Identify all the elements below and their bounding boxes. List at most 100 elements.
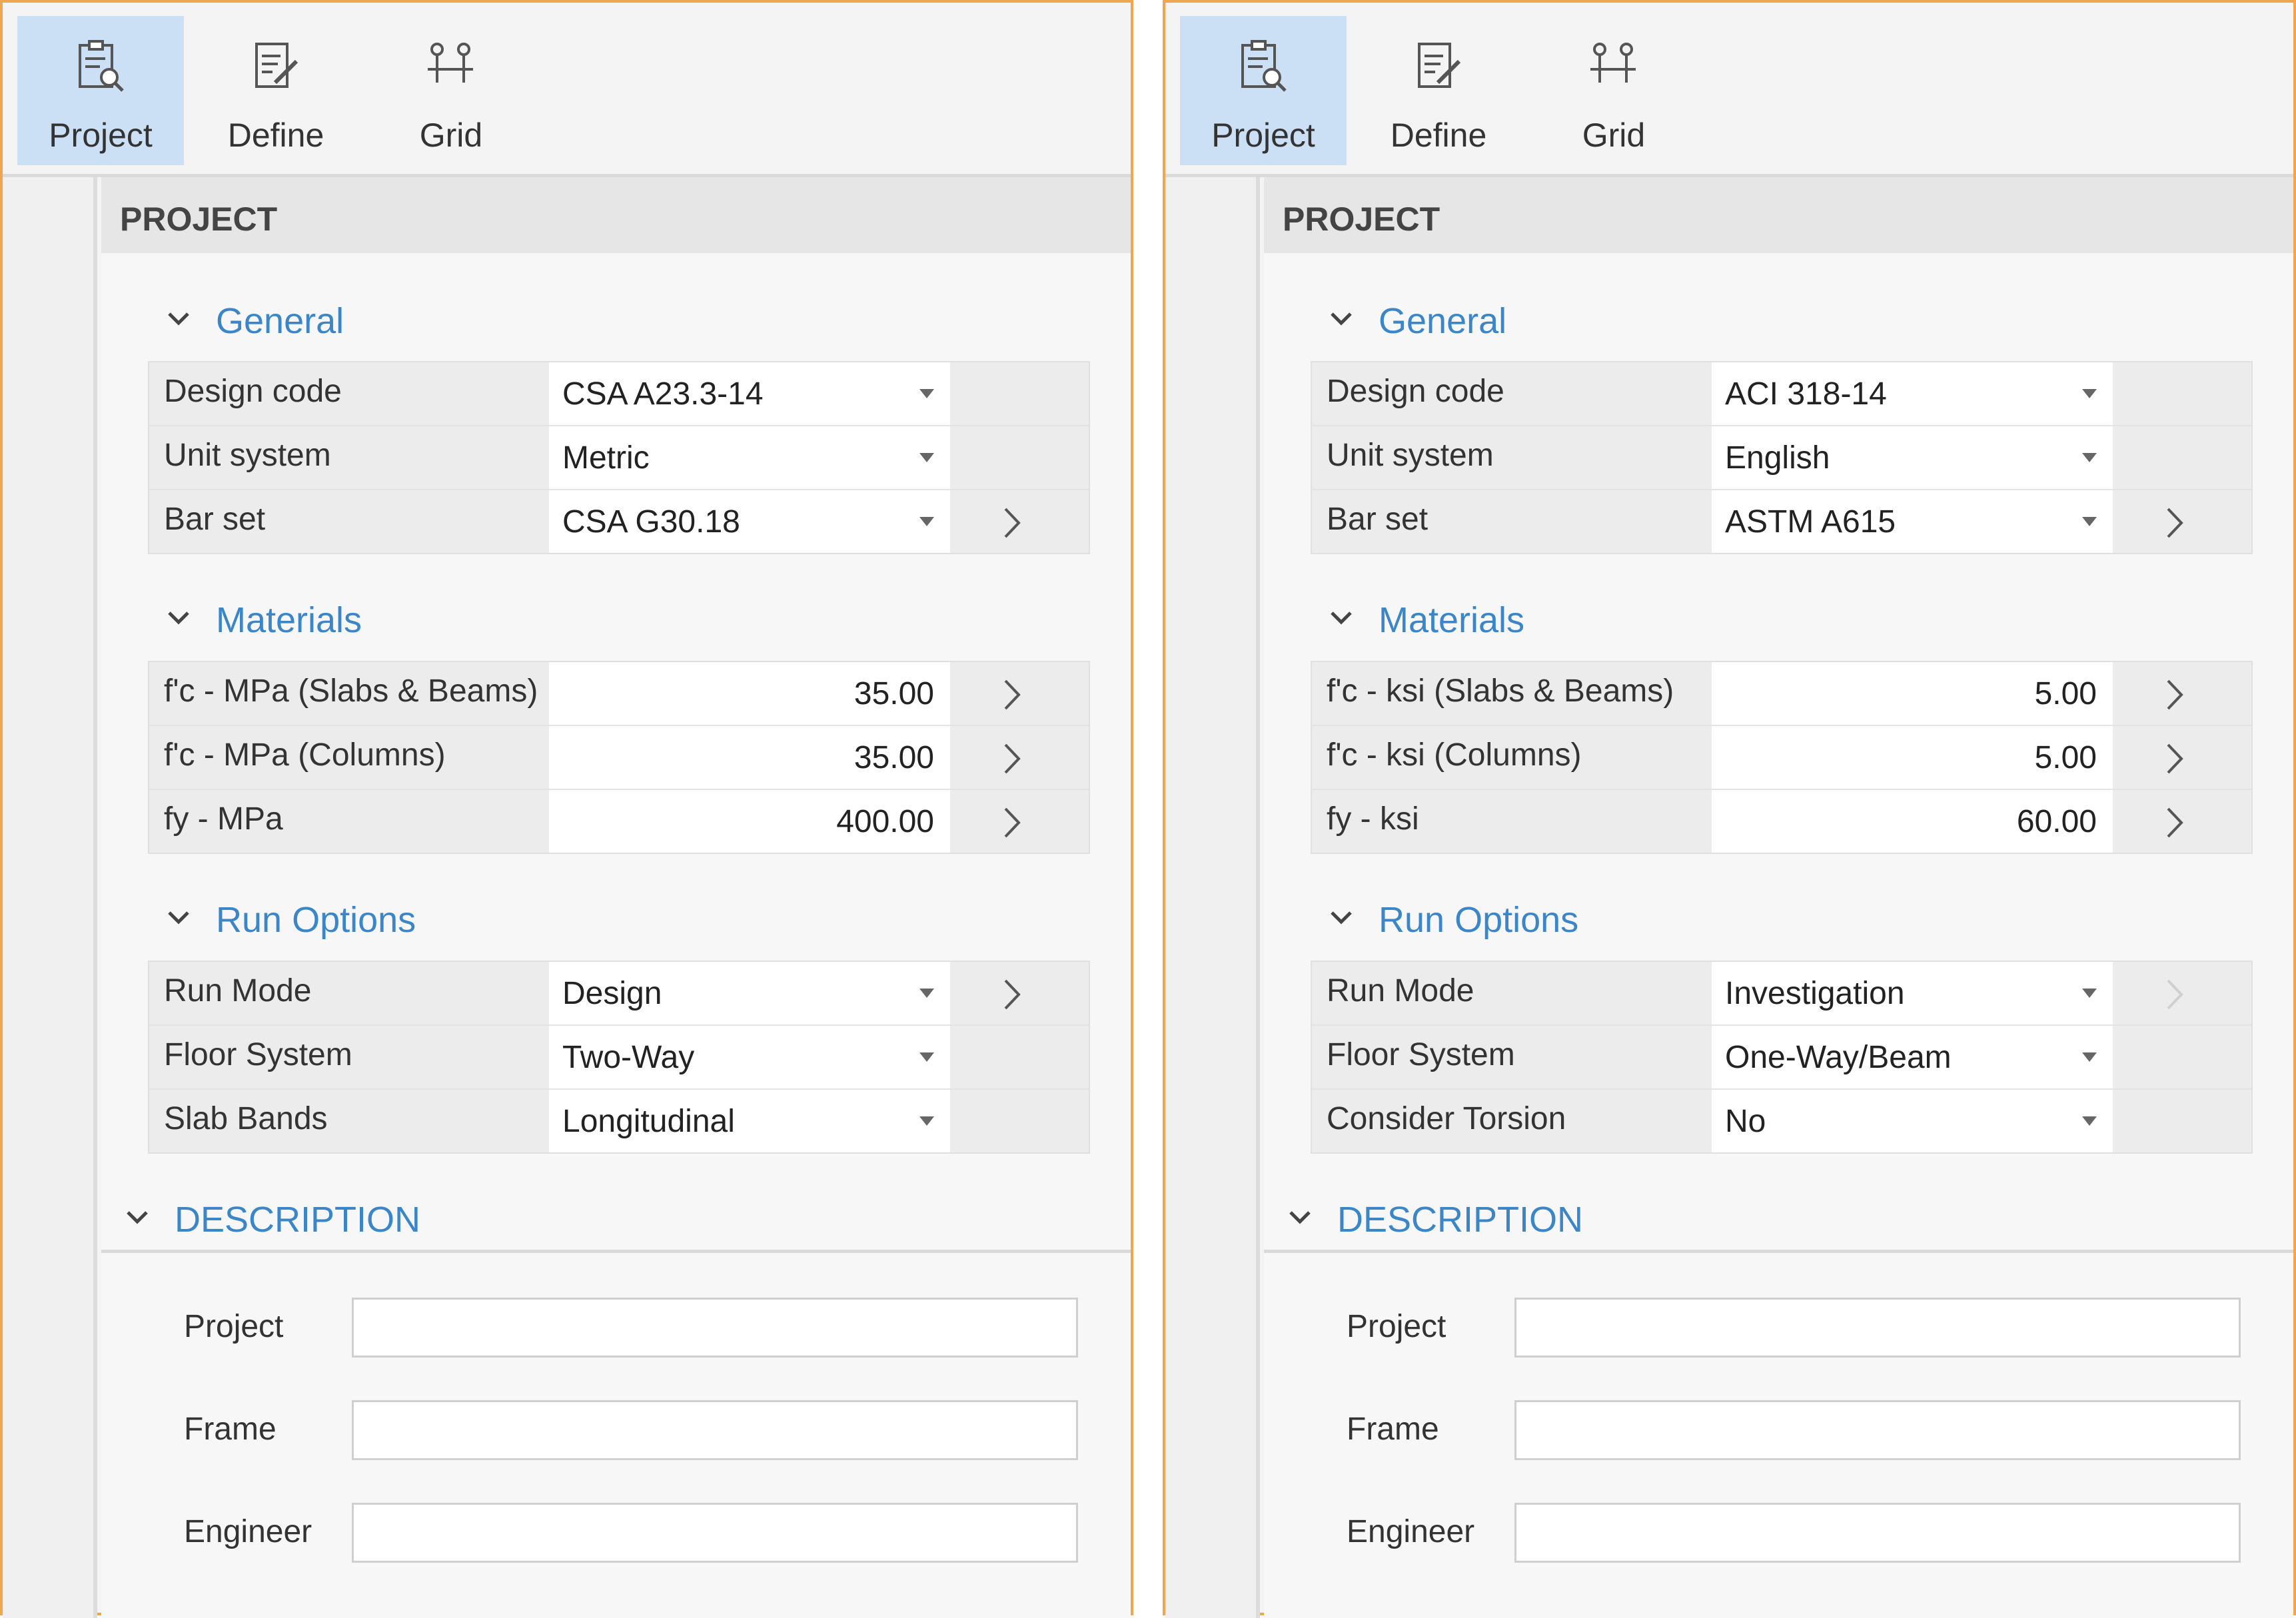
bar-set-label: Bar set <box>1327 502 1429 537</box>
grid-tool-button[interactable]: Grid <box>368 16 534 165</box>
fy-row: fy - ksi 60.00 <box>1312 790 2251 854</box>
fc-columns-value: 5.00 <box>2034 740 2097 775</box>
floor-system-row: Floor System Two-Way <box>149 1026 1089 1090</box>
chevron-right-icon[interactable] <box>999 505 1025 541</box>
frame-input[interactable] <box>352 1400 1078 1460</box>
project-header-title: PROJECT <box>1283 201 1440 238</box>
chevron-right-icon[interactable] <box>999 741 1025 777</box>
bar-set-row: Bar set ASTM A615 <box>1312 490 2251 554</box>
dropdown-arrow-icon <box>919 517 934 526</box>
consider-torsion-select[interactable]: No <box>1712 1090 2113 1152</box>
floor-system-row: Floor System One-Way/Beam <box>1312 1026 2251 1090</box>
run-mode-select[interactable]: Design <box>549 962 950 1024</box>
design-code-select[interactable]: ACI 318-14 <box>1712 362 2113 425</box>
chevron-right-icon[interactable] <box>2161 741 2188 777</box>
define-tool-button[interactable]: Define <box>1355 16 1522 165</box>
project-content: PROJECT General Design code CSA A23.3-14… <box>101 177 1131 1618</box>
slab-bands-row: Slab Bands Longitudinal <box>149 1090 1089 1154</box>
run-mode-select[interactable]: Investigation <box>1712 962 2113 1024</box>
property-panel-metric: Project Define Grid PROJECT General Desi… <box>0 0 1133 1618</box>
unit-system-label: Unit system <box>1327 438 1494 473</box>
design-code-value: ACI 318-14 <box>1725 376 1887 412</box>
project-icon <box>1241 40 1287 92</box>
dropdown-arrow-icon <box>919 453 934 462</box>
chevron-down-icon <box>168 312 189 326</box>
grid-tool-label: Grid <box>419 117 483 154</box>
design-code-select[interactable]: CSA A23.3-14 <box>549 362 950 425</box>
floor-system-label: Floor System <box>1327 1037 1515 1072</box>
bar-set-select[interactable]: CSA G30.18 <box>549 490 950 553</box>
dropdown-arrow-icon <box>2082 453 2097 462</box>
slab-bands-select[interactable]: Longitudinal <box>549 1090 950 1152</box>
floor-system-select[interactable]: One-Way/Beam <box>1712 1026 2113 1088</box>
fc-slabs-label: f'c - MPa (Slabs & Beams) <box>164 673 538 709</box>
materials-grid: f'c - ksi (Slabs & Beams) 5.00 f'c - ksi… <box>1311 661 2253 854</box>
define-tool-label: Define <box>227 117 324 154</box>
chevron-right-icon[interactable] <box>999 677 1025 713</box>
engineer-input[interactable] <box>352 1503 1078 1563</box>
engineer-input[interactable] <box>1514 1503 2241 1563</box>
fc-slabs-value: 5.00 <box>2034 676 2097 711</box>
dropdown-arrow-icon <box>919 389 934 398</box>
frame-input[interactable] <box>1514 1400 2241 1460</box>
bar-set-row: Bar set CSA G30.18 <box>149 490 1089 554</box>
design-code-row: Design code CSA A23.3-14 <box>149 362 1089 426</box>
toolbar: Project Define Grid <box>3 3 1131 177</box>
bar-set-label: Bar set <box>164 502 266 537</box>
fc-columns-label: f'c - ksi (Columns) <box>1327 737 1582 773</box>
unit-system-select[interactable]: English <box>1712 426 2113 489</box>
bar-set-value: CSA G30.18 <box>562 504 740 540</box>
project-tool-label: Project <box>1211 117 1315 154</box>
floor-system-value: One-Way/Beam <box>1725 1040 1952 1075</box>
fy-input[interactable]: 400.00 <box>549 790 950 853</box>
project-header-title: PROJECT <box>120 201 278 238</box>
fc-columns-input[interactable]: 35.00 <box>549 726 950 789</box>
project-content: PROJECT General Design code ACI 318-14 U… <box>1264 177 2293 1618</box>
fc-columns-label: f'c - MPa (Columns) <box>164 737 446 773</box>
fy-input[interactable]: 60.00 <box>1712 790 2113 853</box>
project-name-input[interactable] <box>352 1298 1078 1358</box>
chevron-right-icon[interactable] <box>2161 677 2188 713</box>
project-name-input[interactable] <box>1514 1298 2241 1358</box>
run-options-section-title: Run Options <box>216 900 416 940</box>
materials-grid: f'c - MPa (Slabs & Beams) 35.00 f'c - MP… <box>148 661 1090 854</box>
description-section-title: DESCRIPTION <box>175 1200 421 1240</box>
consider-torsion-label: Consider Torsion <box>1327 1101 1566 1136</box>
define-tool-button[interactable]: Define <box>193 16 359 165</box>
unit-system-select[interactable]: Metric <box>549 426 950 489</box>
chevron-down-icon <box>168 611 189 625</box>
description-divider <box>101 1250 1131 1253</box>
define-tool-label: Define <box>1390 117 1487 154</box>
bar-set-value: ASTM A615 <box>1725 504 1896 540</box>
unit-system-value: Metric <box>562 440 650 476</box>
dropdown-arrow-icon <box>919 1116 934 1126</box>
run-mode-label: Run Mode <box>164 973 312 1009</box>
fc-slabs-input[interactable]: 5.00 <box>1712 662 2113 725</box>
project-tool-button[interactable]: Project <box>1180 16 1347 165</box>
materials-section-title: Materials <box>1379 600 1525 640</box>
dropdown-arrow-icon <box>2082 517 2097 526</box>
chevron-right-icon[interactable] <box>2161 505 2188 541</box>
design-code-row: Design code ACI 318-14 <box>1312 362 2251 426</box>
grid-tool-button[interactable]: Grid <box>1530 16 1697 165</box>
chevron-right-icon[interactable] <box>999 805 1025 841</box>
dropdown-arrow-icon <box>2082 989 2097 998</box>
project-header: PROJECT <box>101 177 1131 253</box>
consider-torsion-row: Consider Torsion No <box>1312 1090 2251 1154</box>
fc-slabs-input[interactable]: 35.00 <box>549 662 950 725</box>
dropdown-arrow-icon <box>2082 389 2097 398</box>
run-mode-label: Run Mode <box>1327 973 1474 1009</box>
chevron-right-icon[interactable] <box>999 977 1025 1012</box>
fy-label: fy - MPa <box>164 801 283 837</box>
bar-set-select[interactable]: ASTM A615 <box>1712 490 2113 553</box>
frame-label: Frame <box>1347 1412 1439 1447</box>
fc-columns-input[interactable]: 5.00 <box>1712 726 2113 789</box>
design-code-label: Design code <box>1327 374 1504 409</box>
property-panel-english: Project Define Grid PROJECT General Desi… <box>1163 0 2296 1618</box>
project-tool-button[interactable]: Project <box>17 16 184 165</box>
chevron-right-icon[interactable] <box>2161 805 2188 841</box>
floor-system-select[interactable]: Two-Way <box>549 1026 950 1088</box>
chevron-down-icon <box>1331 312 1352 326</box>
chevron-down-icon <box>1331 611 1352 625</box>
define-icon <box>1418 43 1461 88</box>
